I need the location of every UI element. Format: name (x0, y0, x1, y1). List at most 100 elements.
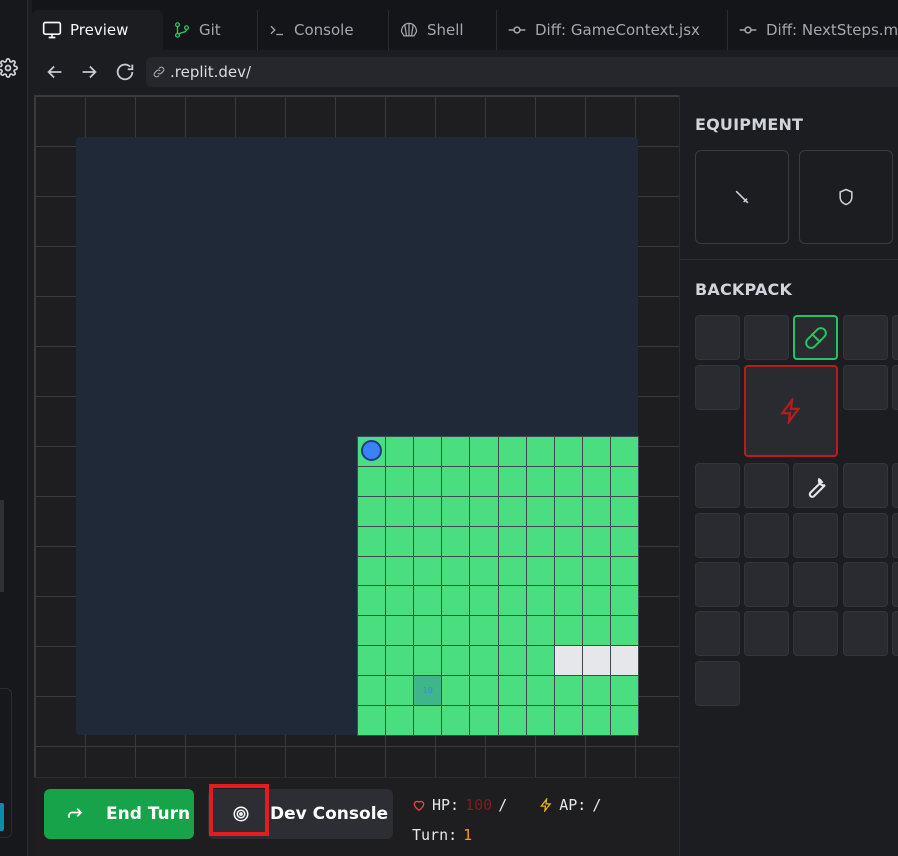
floor-tile[interactable] (442, 526, 470, 556)
wall-tile[interactable] (554, 646, 582, 676)
floor-tile[interactable] (470, 676, 498, 706)
floor-tile[interactable] (386, 706, 414, 735)
floor-tile[interactable] (470, 526, 498, 556)
floor-tile[interactable] (582, 526, 610, 556)
floor-tile[interactable] (386, 466, 414, 496)
wall-tile[interactable] (582, 646, 610, 676)
loot-tile[interactable]: 10 (414, 676, 442, 706)
floor-tile[interactable] (610, 676, 638, 706)
floor-tile[interactable] (470, 437, 498, 466)
floor-tile[interactable] (610, 526, 638, 556)
backpack-slot[interactable] (695, 365, 740, 410)
floor-tile[interactable] (414, 706, 442, 735)
floor-tile[interactable] (442, 556, 470, 586)
floor-tile[interactable] (358, 556, 386, 586)
floor-tile[interactable] (386, 556, 414, 586)
floor-tile[interactable] (582, 437, 610, 466)
url-field[interactable]: .replit.dev/ (146, 57, 898, 87)
backpack-slot[interactable] (744, 315, 789, 360)
tab-diff-nextsteps[interactable]: Diff: NextSteps.md (728, 10, 898, 50)
backpack-slot[interactable] (793, 611, 838, 656)
backpack-slot[interactable] (892, 513, 898, 558)
wall-tile[interactable] (610, 646, 638, 676)
armor-slot[interactable] (799, 150, 893, 244)
backpack-slot-pill[interactable] (793, 315, 838, 360)
floor-tile[interactable] (610, 706, 638, 735)
floor-tile[interactable] (470, 706, 498, 735)
floor-tile[interactable] (442, 466, 470, 496)
floor-tile[interactable] (554, 526, 582, 556)
floor-tile[interactable] (442, 646, 470, 676)
floor-tile[interactable] (358, 466, 386, 496)
floor-tile[interactable] (470, 556, 498, 586)
backpack-slot[interactable] (843, 562, 888, 607)
floor-tile[interactable] (610, 586, 638, 616)
floor-tile[interactable] (498, 496, 526, 526)
floor-tile[interactable] (442, 676, 470, 706)
floor-tile[interactable] (470, 616, 498, 646)
backpack-slot[interactable] (892, 365, 898, 410)
floor-tile[interactable] (526, 706, 554, 735)
floor-tile[interactable] (358, 646, 386, 676)
backpack-slot[interactable] (744, 513, 789, 558)
backpack-slot[interactable] (793, 513, 838, 558)
backpack-slot[interactable] (695, 611, 740, 656)
floor-tile[interactable] (498, 526, 526, 556)
backpack-slot[interactable] (793, 562, 838, 607)
floor-tile[interactable] (414, 496, 442, 526)
backpack-slot[interactable] (892, 315, 898, 360)
floor-tile[interactable] (554, 676, 582, 706)
backpack-slot[interactable] (744, 611, 789, 656)
tab-shell[interactable]: Shell (389, 10, 497, 50)
floor-tile[interactable] (582, 676, 610, 706)
floor-tile[interactable] (498, 676, 526, 706)
floor-tile[interactable] (470, 586, 498, 616)
backpack-slot[interactable] (744, 562, 789, 607)
backpack-slot[interactable] (843, 463, 888, 508)
tab-console[interactable]: Console (258, 10, 389, 50)
floor-tile[interactable] (358, 437, 386, 466)
floor-tile[interactable] (554, 706, 582, 735)
floor-tile[interactable] (414, 616, 442, 646)
floor-tile[interactable] (386, 586, 414, 616)
floor-tile[interactable] (470, 466, 498, 496)
backpack-slot[interactable] (892, 611, 898, 656)
backpack-slot[interactable] (843, 611, 888, 656)
floor-tile[interactable] (358, 496, 386, 526)
floor-tile[interactable] (554, 586, 582, 616)
floor-tile[interactable] (414, 646, 442, 676)
backpack-slot[interactable] (843, 365, 888, 410)
floor-tile[interactable] (498, 556, 526, 586)
weapon-slot[interactable] (695, 150, 789, 244)
floor-tile[interactable] (498, 616, 526, 646)
floor-tile[interactable] (442, 616, 470, 646)
floor-tile[interactable] (526, 676, 554, 706)
floor-tile[interactable] (414, 466, 442, 496)
backpack-slot-energy[interactable] (744, 365, 838, 457)
floor-tile[interactable] (386, 526, 414, 556)
backpack-slot[interactable] (744, 463, 789, 508)
floor-tile[interactable] (526, 646, 554, 676)
floor-tile[interactable] (582, 706, 610, 735)
floor-tile[interactable] (582, 466, 610, 496)
backpack-slot-wrench[interactable] (793, 463, 838, 508)
back-arrow-icon[interactable] (44, 61, 66, 83)
end-turn-button[interactable]: End Turn (44, 789, 194, 839)
floor-tile[interactable] (386, 496, 414, 526)
floor-tile[interactable] (610, 556, 638, 586)
floor-tile[interactable] (386, 646, 414, 676)
floor-tile[interactable] (470, 496, 498, 526)
floor-tile[interactable] (498, 437, 526, 466)
floor-tile[interactable] (442, 437, 470, 466)
backpack-slot[interactable] (843, 315, 888, 360)
floor-tile[interactable] (582, 496, 610, 526)
floor-tile[interactable] (414, 526, 442, 556)
floor-tile[interactable] (554, 437, 582, 466)
backpack-slot[interactable] (892, 562, 898, 607)
floor-tile[interactable] (498, 586, 526, 616)
floor-tile[interactable] (554, 556, 582, 586)
floor-tile[interactable] (386, 437, 414, 466)
backpack-slot[interactable] (892, 463, 898, 508)
floor-tile[interactable] (526, 616, 554, 646)
player-token[interactable] (361, 440, 382, 461)
